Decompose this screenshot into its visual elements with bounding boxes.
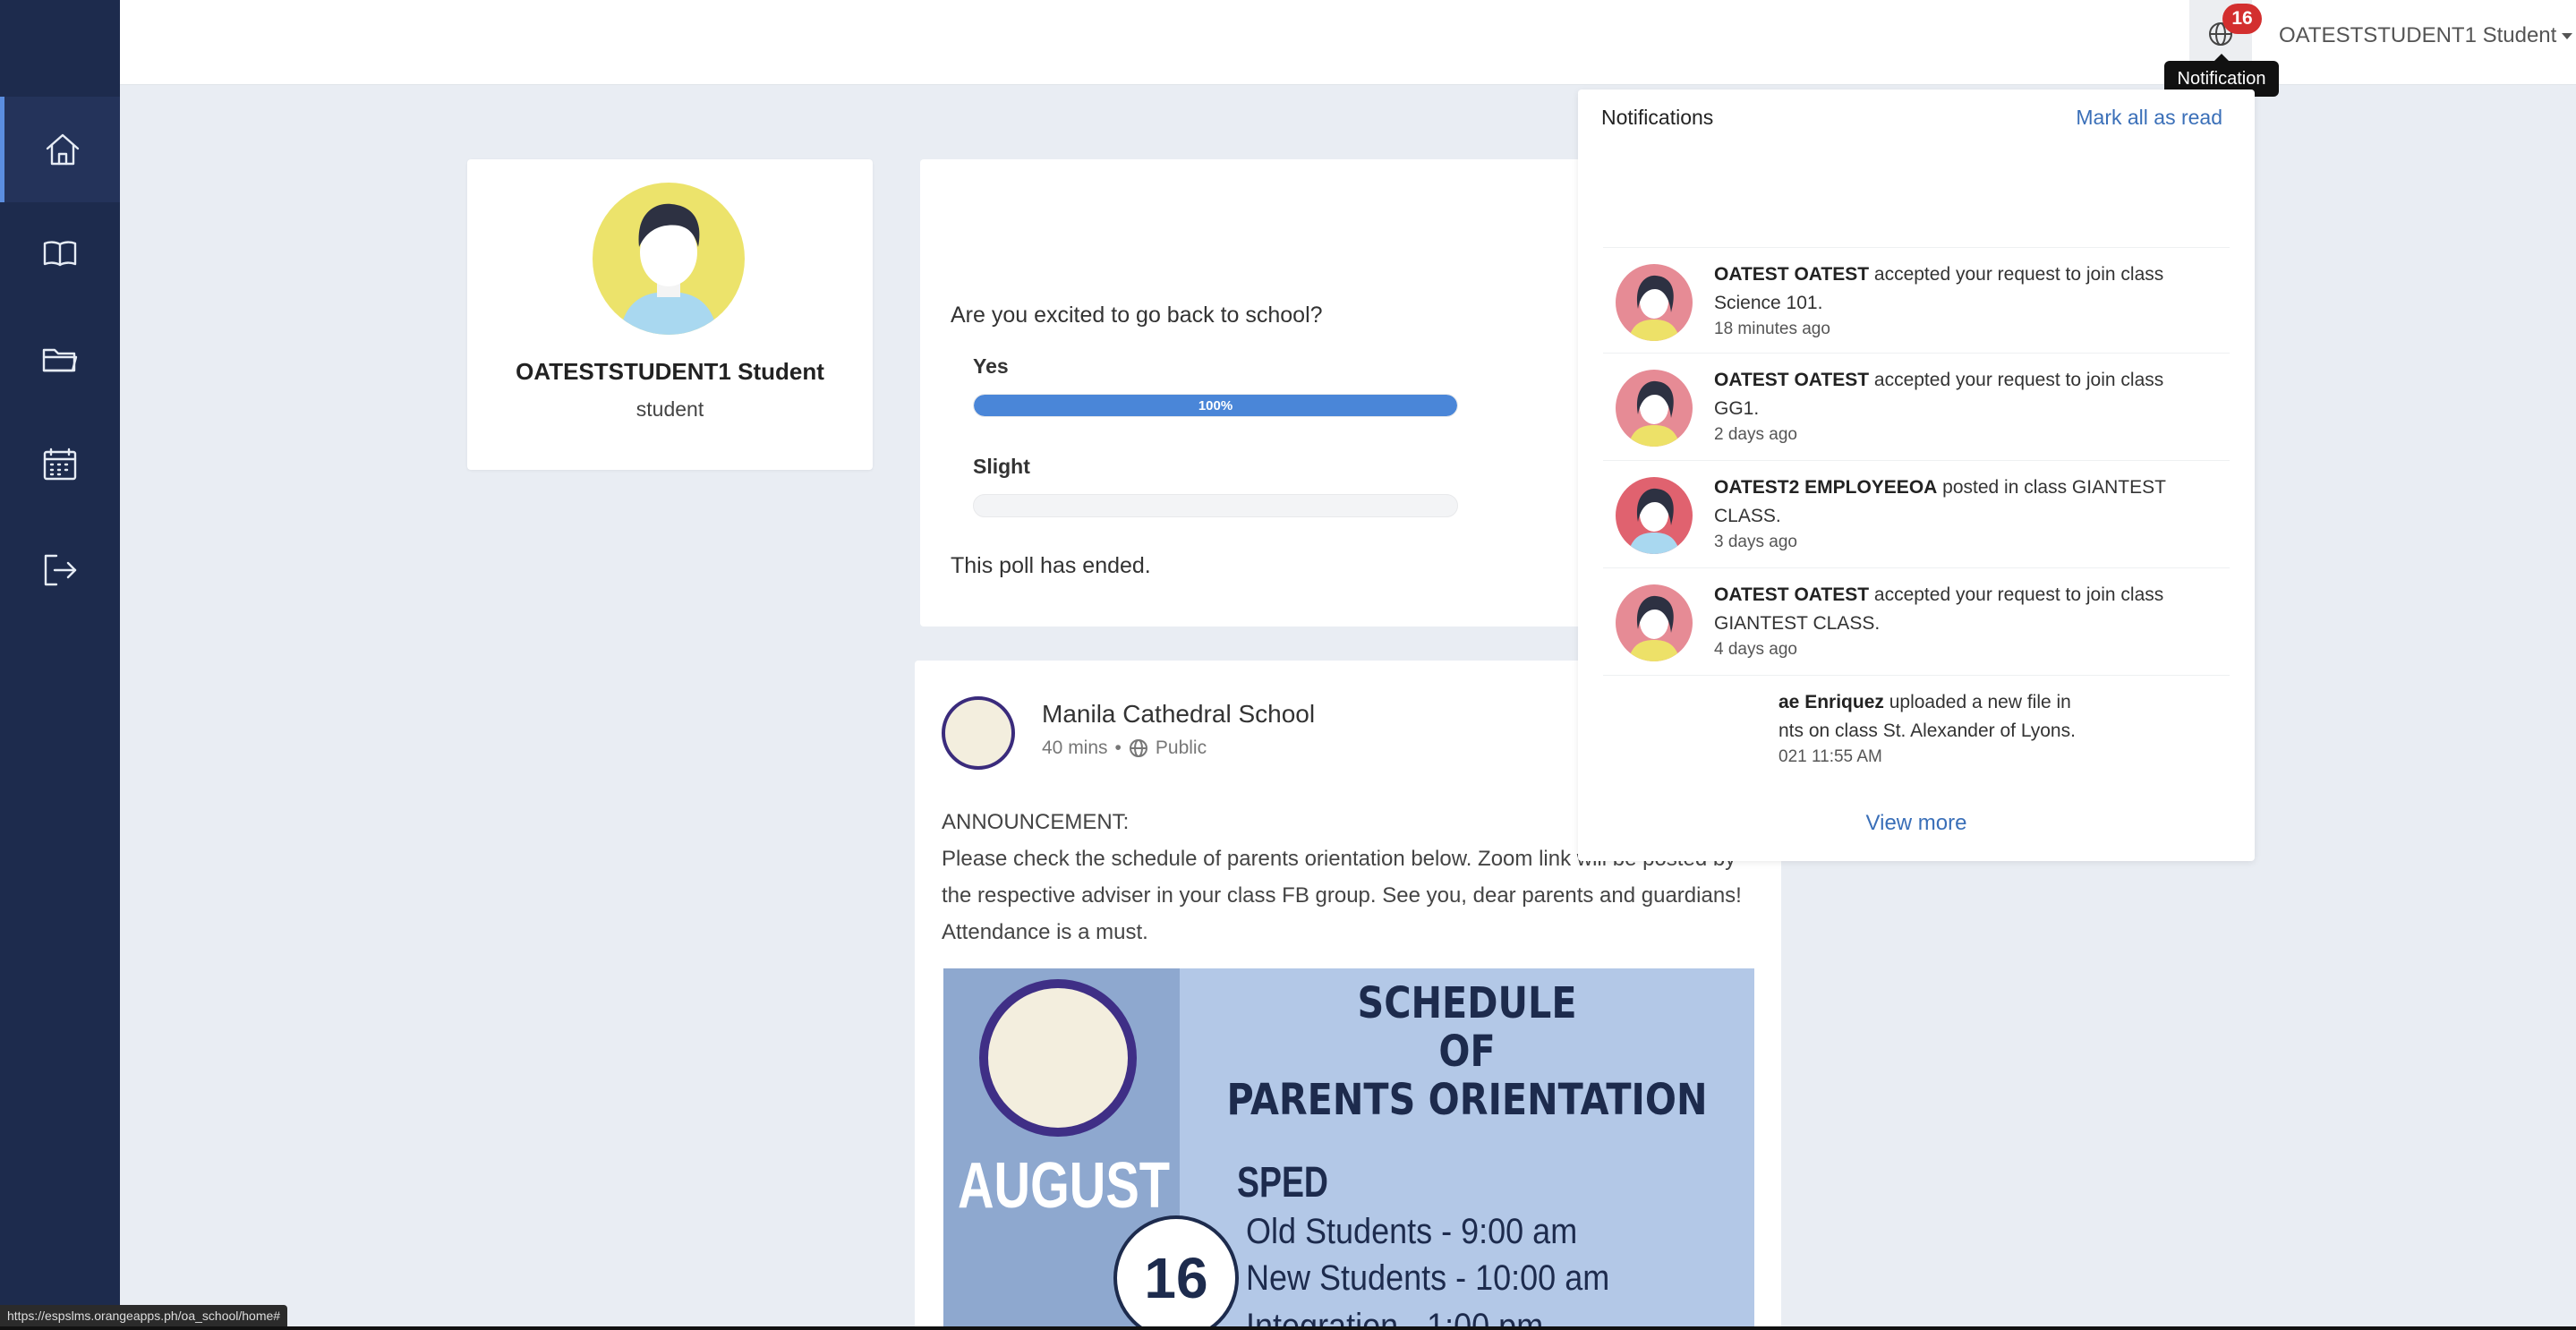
logout-icon — [44, 554, 77, 586]
school-logo — [942, 696, 1015, 770]
post-image-schedule-line: Old Students - 9:00 am — [1246, 1212, 1578, 1251]
sidebar-item-logout[interactable] — [0, 517, 120, 623]
notification-actor: OATEST OATEST — [1714, 264, 1870, 285]
user-menu-label: OATESTSTUDENT1 Student — [2279, 23, 2557, 47]
profile-role: student — [635, 397, 704, 421]
sidebar-item-courses[interactable] — [0, 200, 120, 306]
post-image-schedule-line: New Students - 10:00 am — [1246, 1258, 1610, 1298]
poll-option-label: Yes — [973, 354, 1009, 378]
notifications-title: Notifications — [1601, 106, 1714, 129]
post-body-line: the respective adviser in your class FB … — [942, 883, 1742, 908]
notification-actor: ae Enriquez — [1778, 692, 1884, 712]
avatar — [1616, 477, 1693, 554]
post-image-heading-line: OF — [1438, 1027, 1496, 1077]
poll-option-fill: 100% — [974, 395, 1457, 416]
notification-time: 3 days ago — [1714, 533, 1797, 551]
poll-option-bar — [973, 494, 1458, 517]
sidebar-item-home[interactable] — [0, 97, 120, 202]
notifications-panel: Notifications Mark all as read OATEST OA… — [1578, 90, 2255, 861]
notification-time: 4 days ago — [1714, 640, 1797, 659]
post-image-day: 16 — [1113, 1215, 1239, 1330]
post-visibility: Public — [1155, 737, 1207, 758]
poll-option-label: Slight — [973, 455, 1030, 478]
poll-option-bar: 100% — [973, 394, 1458, 417]
notification-item[interactable]: OATEST2 EMPLOYEEOA posted in class GIANT… — [1603, 460, 2230, 566]
notification-item[interactable]: OATEST OATEST accepted your request to j… — [1603, 247, 2230, 353]
avatar — [1616, 584, 1693, 661]
post-author[interactable]: Manila Cathedral School — [1042, 700, 1315, 729]
book-icon — [43, 241, 77, 267]
mark-all-read-link[interactable]: Mark all as read — [2076, 106, 2222, 130]
notification-item[interactable]: ae Enriquez uploaded a new file in nts on… — [1603, 675, 2230, 780]
poll-question: Are you excited to go back to school? — [951, 303, 1323, 328]
view-more-link[interactable]: View more — [1578, 811, 2255, 836]
post-image-heading-line: PARENTS ORIENTATION — [1226, 1075, 1708, 1125]
sidebar-item-files[interactable] — [0, 306, 120, 412]
sidebar-item-calendar[interactable] — [0, 412, 120, 517]
notification-text: OATEST2 EMPLOYEEOA posted in class GIANT… — [1714, 473, 2179, 531]
home-icon — [46, 133, 79, 166]
notification-text: ae Enriquez uploaded a new file in nts on… — [1778, 688, 2244, 746]
notification-message: uploaded a new file in — [1883, 692, 2071, 712]
notification-message: nts on class St. Alexander of Lyons. — [1778, 720, 2076, 741]
school-seal-image — [979, 979, 1137, 1137]
post-image-program: SPED — [1237, 1159, 1328, 1206]
poll-status: This poll has ended. — [951, 553, 1151, 578]
sidebar — [0, 0, 120, 1330]
post-meta: 40 mins • Public — [1042, 737, 1207, 759]
avatar — [593, 183, 745, 335]
notification-actor: OATEST2 EMPLOYEEOA — [1714, 477, 1938, 498]
avatar — [1616, 264, 1693, 341]
notification-text: OATEST OATEST accepted your request to j… — [1714, 260, 2179, 318]
notification-text: OATEST OATEST accepted your request to j… — [1714, 366, 2179, 423]
avatar — [1616, 370, 1693, 447]
notification-time: 18 minutes ago — [1714, 320, 1830, 338]
post-time[interactable]: 40 mins — [1042, 737, 1108, 759]
notification-item[interactable]: OATEST OATEST accepted your request to j… — [1603, 567, 2230, 673]
post-image-heading: SCHEDULE OF PARENTS ORIENTATION — [1220, 979, 1714, 1124]
notification-item[interactable]: OATEST OATEST accepted your request to j… — [1603, 353, 2230, 458]
post-image[interactable]: AUGUST SCHEDULE OF PARENTS ORIENTATION S… — [943, 968, 1754, 1330]
profile-name: OATESTSTUDENT1 Student — [516, 358, 824, 385]
post-image-heading-line: SCHEDULE — [1357, 978, 1577, 1028]
notification-actor: OATEST OATEST — [1714, 370, 1870, 390]
post-meta-separator: • — [1114, 737, 1122, 758]
user-menu[interactable]: OATESTSTUDENT1 Student — [2279, 23, 2573, 48]
chevron-down-icon — [2562, 32, 2573, 39]
status-url: https://espslms.orangeapps.ph/oa_school/… — [0, 1305, 288, 1326]
poll-card: Are you excited to go back to school? Ye… — [920, 159, 1600, 627]
post-image-month: AUGUST — [958, 1150, 1171, 1222]
notification-actor: OATEST OATEST — [1714, 584, 1870, 605]
profile-card: OATESTSTUDENT1 Student student — [467, 159, 873, 470]
bottom-strip — [0, 1326, 2576, 1330]
folder-icon — [42, 348, 78, 372]
notification-count-badge: 16 — [2222, 4, 2262, 34]
notification-text: OATEST OATEST accepted your request to j… — [1714, 581, 2179, 638]
globe-icon — [1129, 739, 1147, 757]
calendar-icon — [43, 448, 77, 481]
notification-time: 2 days ago — [1714, 425, 1797, 444]
post-body-line: Attendance is a must. — [942, 920, 1148, 944]
notification-time: 021 11:55 AM — [1778, 747, 1882, 766]
